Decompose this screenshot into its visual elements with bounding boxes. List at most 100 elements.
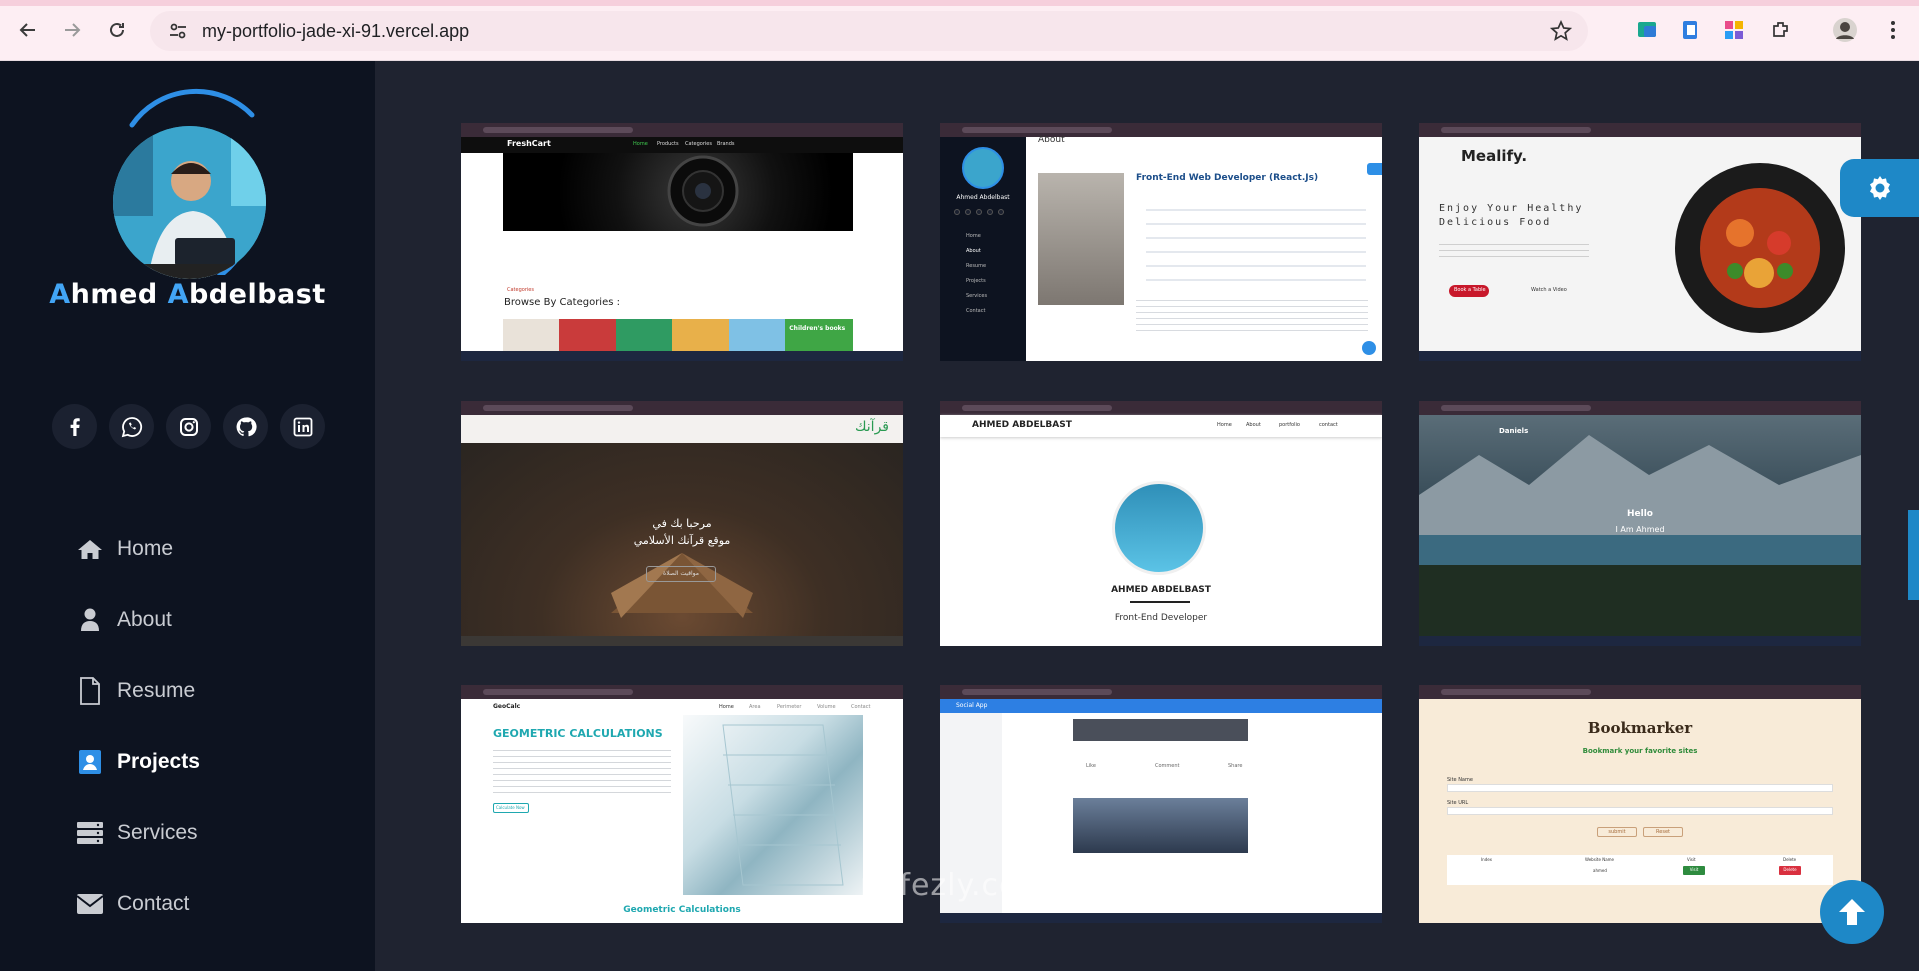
bootstrap-nav-portfolio: portfolio	[1279, 422, 1300, 428]
profile-photo	[102, 85, 272, 279]
nav-item-contact[interactable]: Contact	[75, 868, 355, 939]
react-portfolio-bio	[1136, 295, 1368, 335]
envelope-icon	[75, 893, 105, 915]
user-icon	[75, 608, 105, 632]
bootstrap-nav-home: Home	[1217, 422, 1232, 428]
reload-icon	[110, 22, 124, 37]
freshcart-promo-label: Children's books	[789, 325, 846, 332]
file-icon	[75, 676, 105, 705]
react-portfolio-heading: Front-End Web Developer (React.Js)	[1136, 173, 1319, 183]
whatsapp-link[interactable]	[109, 404, 154, 449]
extension-1-icon[interactable]	[1634, 17, 1660, 43]
bookmarker-brand: Bookmarker	[1587, 719, 1693, 737]
bookmarker-delete-label: Delete	[1783, 867, 1797, 872]
screenshot-address-bar	[940, 685, 1382, 699]
react-portfolio-menu-services: Services	[966, 293, 988, 299]
nav-item-services[interactable]: Services	[75, 797, 355, 868]
address-bar[interactable]: my-portfolio-jade-xi-91.vercel.app	[150, 11, 1588, 51]
freshcart-nav-brands: Brands	[717, 141, 735, 147]
geocalc-nav-volume: Volume	[817, 704, 836, 710]
nav-item-about[interactable]: About	[75, 584, 355, 655]
profile-avatar-icon[interactable]	[1832, 17, 1858, 43]
screenshot-address-bar	[940, 123, 1382, 137]
geocalc-footer-title: Geometric Calculations	[623, 905, 741, 915]
project-card-quran[interactable]: قرآنك مرحبا بك في موقع قرآنك الأسلامي مو…	[461, 401, 903, 646]
geocalc-calc-label: Calculate Now	[496, 805, 525, 810]
bookmarker-name-input	[1447, 784, 1833, 792]
screenshot-address-bar	[461, 123, 903, 137]
react-portfolio-sidebar: Ahmed Abdelbast Home About Resume Projec…	[940, 137, 1026, 361]
social-app-post-image-2	[1073, 798, 1248, 853]
geocalc-nav-contact: Contact	[851, 704, 871, 710]
bookmark-star-icon[interactable]	[1549, 19, 1573, 46]
extensions-puzzle-icon[interactable]	[1768, 17, 1794, 43]
bookmarker-col-delete: Delete	[1783, 857, 1797, 862]
browser-toolbar: my-portfolio-jade-xi-91.vercel.app	[0, 0, 1919, 61]
nav-label-contact: Contact	[117, 891, 190, 915]
arrow-up-icon	[1839, 899, 1865, 925]
instagram-link[interactable]	[166, 404, 211, 449]
bookmarker-label-name: Site Name	[1447, 777, 1473, 783]
geocalc-nav-area: Area	[749, 704, 761, 710]
geocalc-nav-home: Home	[719, 704, 734, 710]
browser-menu-icon[interactable]	[1880, 17, 1906, 43]
mealify-headline-2: Delicious Food	[1439, 217, 1552, 228]
site-info-icon[interactable]	[158, 22, 198, 40]
github-link[interactable]	[223, 404, 268, 449]
project-card-bootstrap-portfolio[interactable]: AHMED ABDELBAST Home About portfolio con…	[940, 401, 1382, 646]
whatsapp-icon	[121, 416, 142, 437]
quran-navbar: قرآنك	[461, 415, 903, 443]
daniels-subtitle: I Am Ahmed	[1615, 525, 1665, 534]
social-app-navbar: Social App	[940, 699, 1382, 713]
reload-button[interactable]	[101, 14, 133, 46]
freshcart-brand: FreshCart	[507, 139, 551, 148]
facebook-link[interactable]	[52, 404, 97, 449]
theme-settings-button[interactable]	[1840, 159, 1919, 217]
project-card-react-portfolio[interactable]: Ahmed Abdelbast Home About Resume Projec…	[940, 123, 1382, 361]
bookmarker-submit-label: submit	[1608, 829, 1626, 835]
social-app-brand: Social App	[956, 702, 988, 709]
nav-item-home[interactable]: Home	[75, 513, 355, 584]
screenshot-taskbar	[940, 913, 1382, 923]
project-card-bookmarker[interactable]: Bookmarker Bookmark your favorite sites …	[1419, 685, 1861, 923]
forward-button[interactable]	[56, 14, 88, 46]
geocalc-nav-perimeter: Perimeter	[777, 704, 802, 710]
extension-3-icon[interactable]	[1721, 17, 1747, 43]
bookmarker-label-url: Site URL	[1447, 800, 1469, 806]
avatar	[113, 126, 266, 279]
name-initial-last: A	[167, 279, 189, 310]
react-portfolio-menu-about: About	[966, 248, 981, 254]
freshcart-nav-products: Products	[657, 141, 679, 147]
linkedin-link[interactable]	[280, 404, 325, 449]
freshcart-section-tag: Categories	[507, 287, 534, 293]
react-portfolio-details	[1146, 197, 1366, 289]
project-card-geocalc[interactable]: GeoCalc Home Area Perimeter Volume Conta…	[461, 685, 903, 923]
page-scrollbar[interactable]	[1908, 510, 1919, 600]
social-links	[52, 404, 325, 449]
project-card-freshcart[interactable]: FreshCart Home Products Categories Brand…	[461, 123, 903, 361]
extension-2-icon[interactable]	[1677, 17, 1703, 43]
bootstrap-portfolio-avatar	[1112, 481, 1206, 575]
daniels-brand: Daniels	[1499, 427, 1529, 435]
bookmarker-row-name: ahmed	[1593, 868, 1607, 873]
quran-prayer-label: مواقيت الصلاة	[663, 570, 699, 577]
geocalc-building-image	[683, 715, 863, 895]
nav-label-services: Services	[117, 820, 198, 844]
nav-item-resume[interactable]: Resume	[75, 655, 355, 726]
geocalc-brand: GeoCalc	[493, 703, 521, 710]
mealify-brand: Mealify.	[1461, 147, 1528, 165]
nav-label-home: Home	[117, 536, 174, 560]
screenshot-address-bar	[1419, 401, 1861, 415]
project-card-mealify[interactable]: Mealify. Enjoy Your Healthy Delicious Fo…	[1419, 123, 1861, 361]
scroll-to-top-button[interactable]	[1820, 880, 1884, 944]
react-portfolio-menu-home: Home	[966, 233, 981, 239]
nav-item-projects[interactable]: Projects	[75, 726, 355, 797]
nav-label-resume: Resume	[117, 678, 196, 702]
back-button[interactable]	[12, 14, 44, 46]
project-card-daniels[interactable]: Daniels Hello I Am Ahmed	[1419, 401, 1861, 646]
name-first-rest: hmed	[70, 279, 168, 310]
facebook-icon	[70, 417, 80, 436]
url-text[interactable]: my-portfolio-jade-xi-91.vercel.app	[202, 21, 469, 42]
mealify-dish-image	[1675, 163, 1845, 333]
github-icon	[236, 416, 257, 436]
